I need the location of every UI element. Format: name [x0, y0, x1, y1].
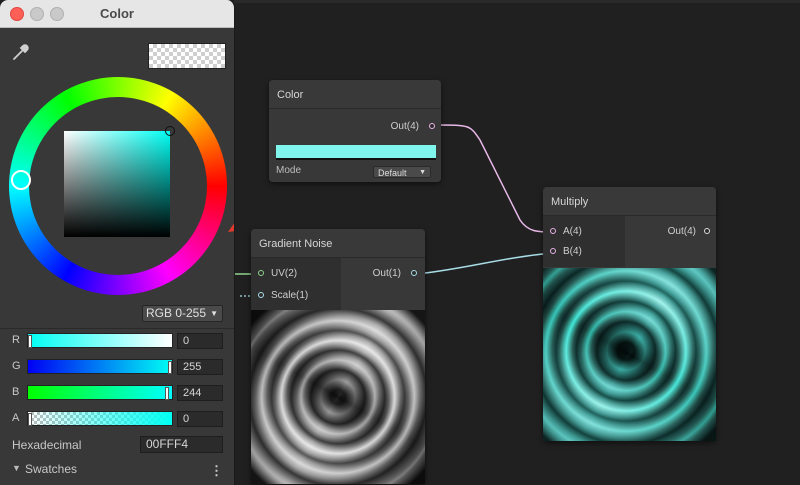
a-slider-thumb[interactable] — [28, 413, 32, 426]
r-value-field[interactable]: 0 — [177, 333, 223, 349]
g-slider[interactable] — [27, 359, 173, 374]
color-node[interactable]: Color Out(4) Mode Default ▼ — [269, 80, 441, 182]
r-slider-thumb[interactable] — [28, 335, 32, 348]
a-value-field[interactable]: 0 — [177, 411, 223, 427]
r-slider[interactable] — [27, 333, 173, 348]
noise-out-label: Out(1) — [372, 268, 401, 279]
g-label: G — [12, 360, 21, 372]
swatches-label[interactable]: Swatches — [25, 462, 77, 476]
b-value-field[interactable]: 244 — [177, 385, 223, 401]
divider — [0, 328, 234, 329]
chevron-down-icon: ▼ — [419, 169, 426, 176]
triangle-down-icon[interactable]: ▼ — [12, 463, 21, 473]
wire-noise-to-multiply-b — [417, 252, 553, 275]
noise-uv-port[interactable] — [258, 270, 264, 276]
color-node-title: Color — [269, 80, 441, 109]
multiply-inputs-panel — [543, 216, 625, 267]
multiply-a-label: A(4) — [563, 226, 582, 237]
multiply-node-title: Multiply — [543, 187, 716, 216]
noise-scale-port[interactable] — [258, 292, 264, 298]
a-label: A — [12, 412, 20, 424]
color-node-mode-dropdown[interactable]: Default ▼ — [373, 166, 431, 178]
multiply-node[interactable]: Multiply A(4) B(4) Out(4) — [543, 187, 716, 441]
gradient-noise-node-title: Gradient Noise — [251, 229, 425, 258]
chevron-down-icon: ▼ — [210, 309, 218, 318]
multiply-b-label: B(4) — [563, 246, 582, 257]
multiply-a-port[interactable] — [550, 228, 556, 234]
more-options-icon[interactable]: ⋮ — [210, 463, 223, 479]
color-node-out-port[interactable] — [429, 123, 435, 129]
wire-color-to-multiply-a — [435, 124, 553, 233]
color-mode-value: RGB 0-255 — [146, 306, 207, 320]
g-value-field[interactable]: 255 — [177, 359, 223, 375]
gradient-noise-preview — [251, 310, 425, 484]
color-mode-dropdown[interactable]: RGB 0-255 ▼ — [142, 305, 223, 322]
gradient-noise-node[interactable]: Gradient Noise UV(2) Scale(1) Out(1) — [251, 229, 425, 484]
b-slider[interactable] — [27, 385, 173, 400]
hex-value-field[interactable]: 00FFF4 — [140, 436, 223, 453]
color-node-mode-label: Mode — [276, 165, 302, 176]
color-picker-window: Color RGB 0-255 ▼ R 0 G 255 B 244 A 0 He… — [0, 0, 235, 485]
r-label: R — [12, 334, 20, 346]
noise-scale-label: Scale(1) — [271, 290, 309, 301]
color-node-swatch[interactable] — [276, 145, 436, 160]
multiply-b-port[interactable] — [550, 248, 556, 254]
a-slider[interactable] — [27, 411, 173, 426]
multiply-out-label: Out(4) — [667, 226, 696, 237]
b-label: B — [12, 386, 20, 398]
noise-inputs-panel — [251, 258, 341, 310]
noise-uv-label: UV(2) — [271, 268, 298, 279]
b-slider-thumb[interactable] — [165, 387, 169, 400]
g-slider-thumb[interactable] — [168, 361, 172, 374]
multiply-out-port[interactable] — [704, 228, 710, 234]
multiply-preview — [543, 268, 716, 441]
mode-dropdown-value: Default — [378, 168, 407, 178]
noise-out-port[interactable] — [411, 270, 417, 276]
hex-label: Hexadecimal — [12, 438, 82, 452]
color-node-out-label: Out(4) — [390, 121, 419, 132]
